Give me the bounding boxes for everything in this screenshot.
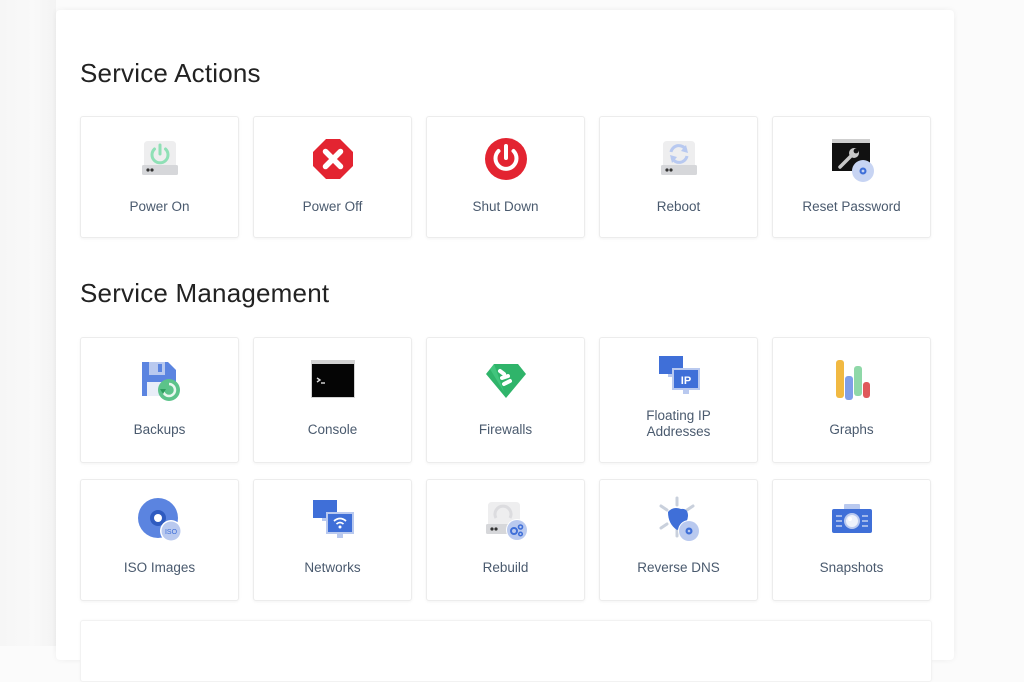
service-panel: Service Actions Power On Power Off Shut …: [56, 10, 954, 682]
tile-power-off[interactable]: Power Off: [253, 116, 412, 238]
tile-label: Reset Password: [802, 199, 901, 214]
section-title-service-management: Service Management: [80, 278, 330, 308]
background-shade: [0, 0, 56, 646]
tile-graphs[interactable]: Graphs: [772, 337, 931, 463]
reboot-drive-icon: [660, 141, 697, 175]
monitors-wifi-icon: [312, 500, 354, 538]
terminal-icon: [310, 360, 355, 398]
tile-label: Reboot: [656, 199, 701, 214]
svg-text:ISO: ISO: [164, 529, 177, 536]
tile-label: Console: [307, 422, 358, 437]
floppy-restore-icon: [141, 362, 180, 401]
power-button-icon: [484, 138, 527, 180]
bottom-panel: [80, 620, 932, 682]
tile-label: Reverse DNS: [637, 560, 720, 575]
tile-shut-down[interactable]: Shut Down: [426, 116, 585, 238]
tile-label: ISO Images: [123, 560, 196, 575]
tile-iso-images[interactable]: ISO ISO Images: [80, 479, 239, 601]
bar-cylinders-icon: [835, 360, 870, 400]
disc-iso-icon: ISO: [137, 498, 182, 542]
tile-rebuild[interactable]: Rebuild: [426, 479, 585, 601]
tile-console[interactable]: Console: [253, 337, 412, 463]
monitors-ip-icon: IP: [658, 356, 700, 394]
tile-reset-password[interactable]: Reset Password: [772, 116, 931, 238]
section-title-service-actions: Service Actions: [80, 58, 261, 88]
camera-icon: [831, 504, 872, 533]
tile-firewalls[interactable]: Firewalls: [426, 337, 585, 463]
tile-label: Shut Down: [472, 199, 539, 214]
globe-gear-icon: [659, 496, 700, 542]
stop-sign-icon: [312, 139, 353, 179]
tile-backups[interactable]: Backups: [80, 337, 239, 463]
tile-label: Graphs: [829, 422, 874, 437]
tile-floating-ip-addresses[interactable]: IP Floating IP Addresses: [599, 337, 758, 463]
tile-label: Power On: [129, 199, 190, 214]
tile-label: Firewalls: [478, 422, 533, 437]
tile-label: Networks: [304, 560, 361, 575]
tile-label: Power Off: [302, 199, 363, 214]
tile-label: Backups: [133, 422, 186, 437]
tile-label: Floating IP Addresses: [646, 408, 711, 439]
tile-power-on[interactable]: Power On: [80, 116, 239, 238]
terminal-wrench-icon: [831, 139, 874, 182]
svg-text:IP: IP: [680, 375, 690, 387]
power-on-drive-icon: [141, 141, 178, 175]
tile-reverse-dns[interactable]: Reverse DNS: [599, 479, 758, 601]
tile-label: Rebuild: [482, 560, 529, 575]
tile-networks[interactable]: Networks: [253, 479, 412, 601]
gem-shield-icon: [485, 364, 526, 398]
tile-reboot[interactable]: Reboot: [599, 116, 758, 238]
drive-gears-icon: [485, 502, 528, 541]
tile-label: Snapshots: [819, 560, 884, 575]
tile-snapshots[interactable]: Snapshots: [772, 479, 931, 601]
